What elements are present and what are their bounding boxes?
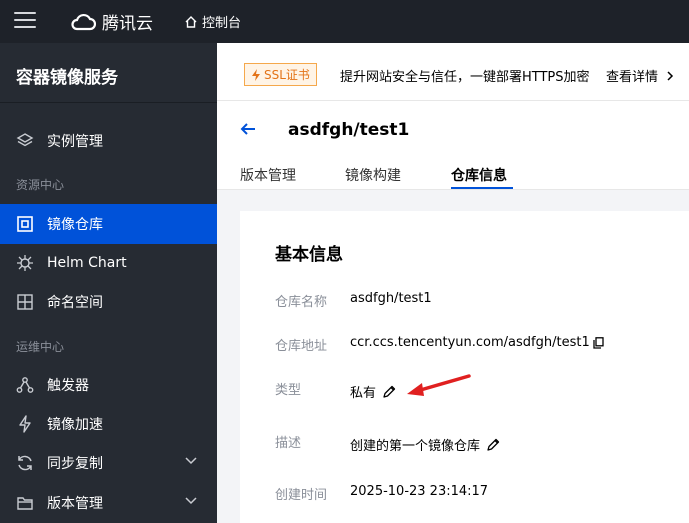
console-link[interactable]: 控制台	[184, 12, 241, 31]
sidebar-item-repository[interactable]: 镜像仓库	[0, 204, 217, 244]
sidebar-item-helm-chart[interactable]: Helm Chart	[0, 243, 217, 283]
row-value-description: 创建的第一个镜像仓库	[350, 435, 500, 454]
type-value: 私有	[350, 386, 377, 401]
sidebar-item-label: 实例管理	[47, 134, 103, 150]
helm-wheel-icon	[16, 254, 34, 272]
edit-pencil-icon[interactable]	[382, 385, 396, 399]
tab-versions[interactable]: 版本管理	[240, 165, 296, 185]
created-time-value: 2025-10-23 23:14:17	[350, 484, 489, 499]
copy-icon[interactable]	[593, 336, 604, 349]
page-title: asdfgh/test1	[288, 120, 410, 140]
sidebar-item-label: 镜像仓库	[47, 217, 103, 233]
back-arrow-icon[interactable]	[239, 121, 257, 137]
sidebar-item-instances[interactable]: 实例管理	[0, 121, 217, 161]
home-icon	[185, 15, 197, 28]
sidebar-title: 容器镜像服务	[16, 68, 118, 88]
description-value: 创建的第一个镜像仓库	[350, 439, 481, 454]
lightning-icon	[16, 415, 34, 433]
tencent-cloud-logo[interactable]: 腾讯云	[70, 9, 153, 34]
row-label-repo-name: 仓库名称	[275, 295, 328, 310]
top-bar: 腾讯云 控制台	[0, 0, 689, 43]
lightning-icon	[252, 68, 260, 81]
row-value-type: 私有	[350, 382, 396, 401]
banner-text: 提升网站安全与信任，一键部署HTTPS加密	[340, 70, 590, 85]
sidebar-item-label: 版本管理	[47, 496, 103, 512]
console-label: 控制台	[202, 16, 242, 31]
sidebar-item-sync[interactable]: 同步复制	[0, 443, 217, 483]
chevron-right-icon	[667, 71, 674, 81]
row-value-created-time: 2025-10-23 23:14:17	[350, 484, 488, 499]
folder-icon	[16, 494, 34, 512]
namespace-grid-icon	[16, 293, 34, 311]
repo-address-value: ccr.ccs.tencentyun.com/asdfgh/test1	[350, 335, 590, 350]
sidebar-item-acceleration[interactable]: 镜像加速	[0, 404, 217, 444]
page-header: asdfgh/test1 版本管理 镜像构建 仓库信息	[217, 101, 689, 190]
group-label-ops: 运维中心	[16, 340, 65, 354]
row-label-type: 类型	[275, 383, 302, 398]
chevron-down-icon	[185, 457, 197, 465]
sidebar-item-label: 同步复制	[47, 456, 103, 472]
brand-name: 腾讯云	[102, 14, 153, 34]
basic-info-card: 基本信息 仓库名称 asdfgh/test1 仓库地址 ccr.ccs.tenc…	[240, 211, 689, 523]
sidebar-item-label: Helm Chart	[47, 255, 127, 271]
group-label-resource: 资源中心	[16, 178, 65, 192]
sidebar: 容器镜像服务 实例管理 资源中心 镜像仓库 Helm Chart 命名空间 运维…	[0, 43, 217, 523]
active-tab-indicator	[451, 187, 513, 189]
cloud-logo-icon	[71, 13, 96, 30]
promo-banner: SSL证书 提升网站安全与信任，一键部署HTTPS加密 查看详情	[217, 43, 689, 101]
sync-icon	[16, 454, 34, 472]
menu-icon[interactable]	[14, 12, 36, 30]
sidebar-item-label: 触发器	[47, 378, 89, 394]
sidebar-item-label: 镜像加速	[47, 417, 103, 433]
repo-name-value: asdfgh/test1	[350, 291, 432, 306]
ssl-tag[interactable]: SSL证书	[244, 63, 317, 86]
sidebar-divider	[0, 102, 217, 103]
row-label-created-time: 创建时间	[275, 488, 328, 503]
banner-link-label: 查看详情	[606, 70, 659, 85]
row-value-repo-name: asdfgh/test1	[350, 291, 432, 306]
chevron-down-icon	[185, 497, 197, 505]
card-title: 基本信息	[275, 245, 343, 265]
repository-icon	[16, 215, 34, 233]
trigger-icon	[16, 376, 34, 394]
row-label-description: 描述	[275, 436, 302, 451]
sidebar-item-namespace[interactable]: 命名空间	[0, 282, 217, 322]
ssl-tag-label: SSL证书	[264, 68, 310, 82]
sidebar-item-label: 命名空间	[47, 295, 103, 311]
tab-repo-info[interactable]: 仓库信息	[451, 165, 507, 185]
layers-icon	[16, 132, 34, 150]
annotation-arrow-icon	[407, 374, 471, 396]
row-label-repo-address: 仓库地址	[275, 339, 328, 354]
banner-details-link[interactable]: 查看详情	[606, 66, 674, 85]
sidebar-item-version-management[interactable]: 版本管理	[0, 483, 217, 523]
tab-image-build[interactable]: 镜像构建	[345, 165, 401, 185]
edit-pencil-icon[interactable]	[486, 438, 500, 452]
sidebar-item-trigger[interactable]: 触发器	[0, 365, 217, 405]
row-value-repo-address: ccr.ccs.tencentyun.com/asdfgh/test1	[350, 335, 604, 350]
